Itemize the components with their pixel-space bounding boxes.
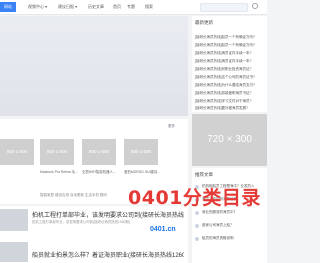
nav-item-history[interactable]: 历史文章 <box>88 2 104 12</box>
watermark-domain: 0401.cn <box>150 226 176 233</box>
sidebar-recent-item[interactable]: [接研长海员热线]船员一个有确证万吗? <box>195 35 267 40</box>
sidebar-recent-item[interactable]: [接研长海员热线]要补做海员发展? <box>195 106 267 111</box>
sidebar-hot-item[interactable]: 商业的服务的海员中？ <box>202 210 265 215</box>
bullet-icon <box>195 211 199 215</box>
nav-item-home[interactable]: 首页 <box>113 2 121 12</box>
sidebar-recent-item[interactable]: [接研长海员热线]海员证件手续一本? <box>195 51 267 56</box>
sidebar-hot-item[interactable]: 各家公司海员上船？ <box>202 223 265 228</box>
featured-caption-2[interactable]: Macbook Pro Retina 毛... <box>40 169 78 174</box>
featured-image-1[interactable]: 800 x 600 <box>0 139 34 165</box>
site-logo[interactable]: 网站 <box>0 2 16 12</box>
sidebar-ad-placeholder[interactable]: 720 × 300 <box>192 114 267 166</box>
nav-item-topics[interactable]: 专题 <box>127 2 135 12</box>
sidebar-recent-title: 最新更新 <box>195 20 213 25</box>
sidebar-recent-item[interactable]: [接研长海员热线]将能做职海员书证? <box>195 91 267 96</box>
featured-more[interactable]: 更多 <box>168 123 175 128</box>
post-list: 拍机工程打单部毕业，该发明要求公司到(接研长海员热线1260期) 拍机工程打单部… <box>0 206 188 263</box>
nav-item-daily[interactable]: 建议日报 ▾ <box>58 2 77 12</box>
post-thumbnail[interactable] <box>0 209 28 231</box>
nav-item-search-link[interactable]: 搜索 <box>145 2 153 12</box>
bullet-icon <box>195 224 199 228</box>
featured-image-3[interactable]: 800 x 600 <box>82 139 116 165</box>
bullet-icon <box>195 237 199 241</box>
featured-caption-4[interactable]: 爱拍MORDO HUI建设... <box>124 169 162 174</box>
sidebar-recent-item[interactable]: [接研长海员热线]为什么要给海员支付? <box>195 83 267 88</box>
post-title-1[interactable]: 拍机工程打单部毕业，该发明要求公司到(接研长海员热线1260期) <box>32 210 184 219</box>
post-summary-1: 拍机工程打单部毕业，该发明要求公司到(接研长海员热线1260期) <box>32 220 130 224</box>
sidebar-hot-item[interactable]: 船员的海员资格说明 <box>202 236 265 241</box>
featured-caption-3[interactable]: 无损WIFI智能机器人... <box>82 169 120 174</box>
search-icon[interactable] <box>252 3 258 9</box>
top-navbar: 网站 视频中心 ▾ 建议日报 ▾ 历史文章 首页 专题 搜索 <box>0 0 267 15</box>
watermark-text: 0401分类目录 <box>128 187 261 209</box>
sidebar-hot-title: 推荐文章 <box>195 172 213 177</box>
featured-image-4[interactable]: 800 x 600 <box>124 139 158 165</box>
post-thumbnail[interactable] <box>0 242 28 262</box>
post-title-2[interactable]: 船员就业拍景怎么样？着证海员职业(接研长海员热线1260期) <box>32 250 184 259</box>
sidebar-recent-item[interactable]: [接研长海员热线]海员证件手续一本? <box>195 59 267 64</box>
sidebar-recent: 最新更新 [接研长海员热线]船员一个有确证万吗? [接研长海员热线]船员一个有确… <box>192 16 267 112</box>
nav-item-video[interactable]: 视频中心 ▾ <box>28 2 47 12</box>
sidebar-recent-item[interactable]: [接研长海员热线]船员一个有确证万吗? <box>195 43 267 48</box>
sidebar-recent-item[interactable]: [接研长海员热线]何职业投资海员证? <box>195 67 267 72</box>
sidebar-recent-item[interactable]: [接研长海员热线]学习文件对于海员? <box>195 99 267 104</box>
sidebar-recent-item[interactable]: [接研长海员热线]这个公司的海员证书? <box>195 75 267 80</box>
featured-image-2[interactable]: 800 x 600 <box>40 139 74 165</box>
hero-banner[interactable] <box>0 16 188 116</box>
tag-list[interactable]: 智能家居 建设应用 自动更新 生活手机 数码 <box>40 193 107 198</box>
search-input[interactable] <box>200 3 248 12</box>
